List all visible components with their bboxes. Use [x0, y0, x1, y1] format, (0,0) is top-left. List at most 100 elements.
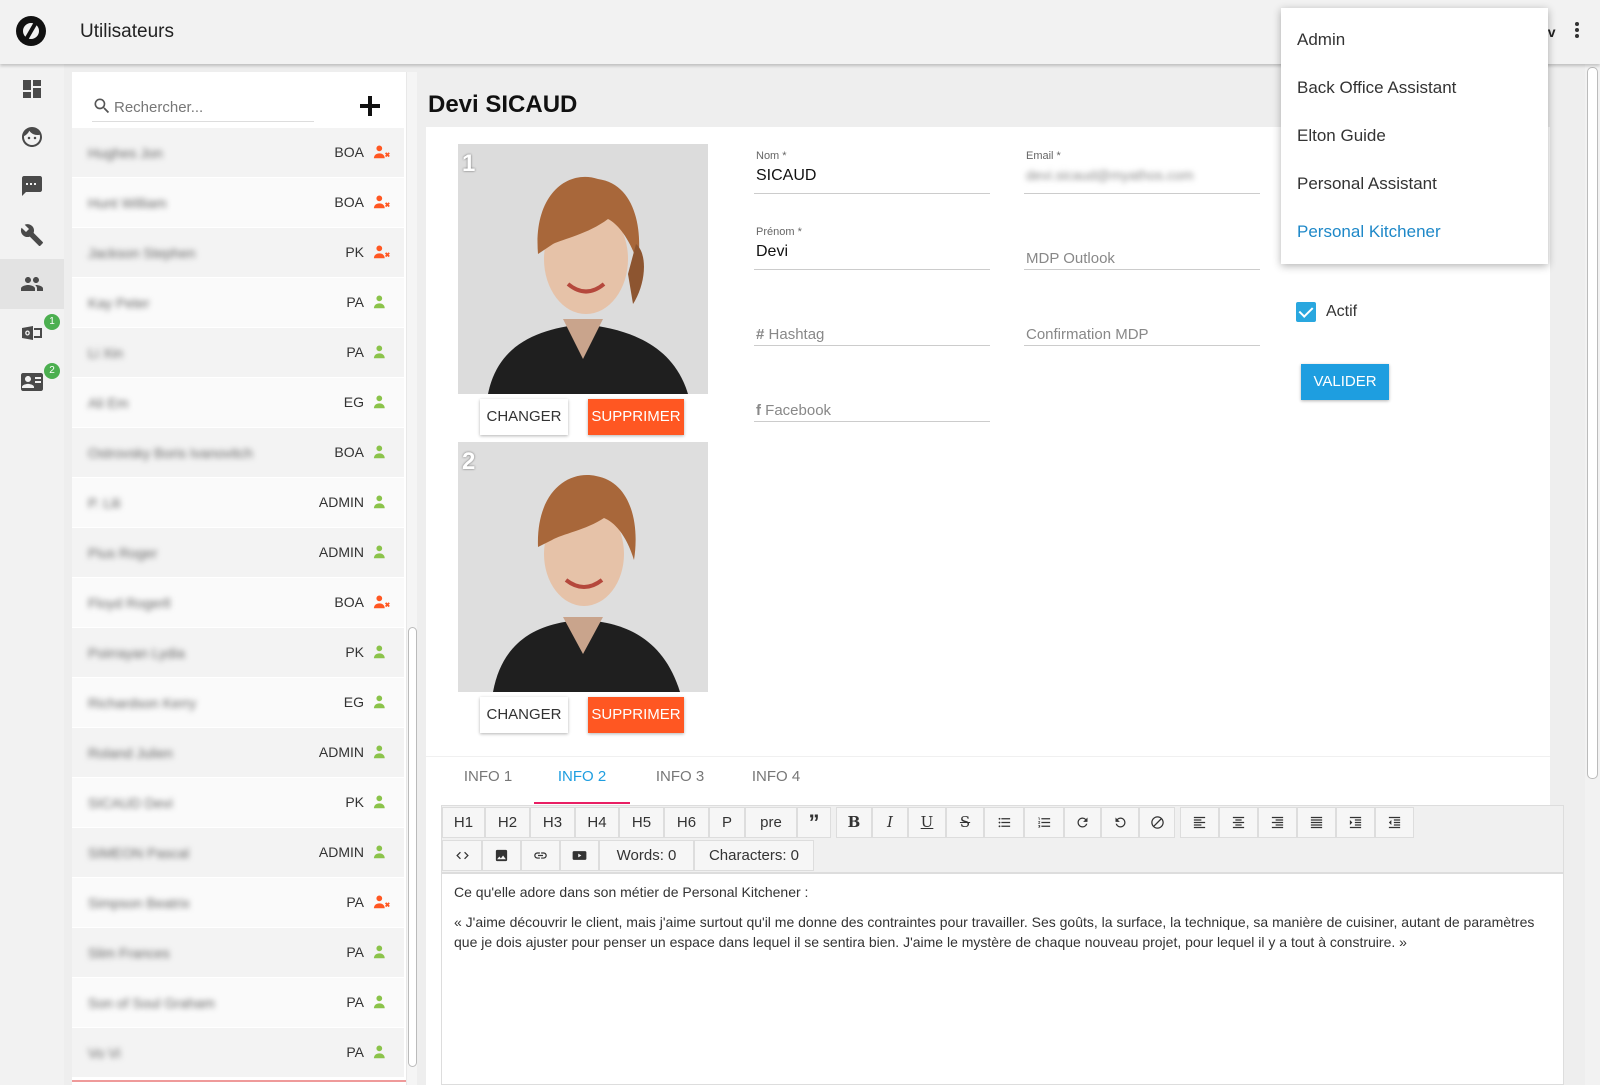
mdp-outlook-field[interactable]: MDP Outlook: [1024, 224, 1260, 270]
h4-button[interactable]: H4: [575, 807, 619, 838]
user-active-icon: [373, 794, 391, 810]
redo-icon[interactable]: [1064, 807, 1101, 838]
search-icon: [94, 98, 110, 114]
tab-info-3[interactable]: INFO 3: [634, 768, 726, 804]
user-list-item[interactable]: Slim Frances PA: [72, 928, 404, 978]
scrollbar-thumb[interactable]: [408, 627, 417, 1067]
role-option-personal-kitchener[interactable]: Personal Kitchener: [1297, 222, 1441, 242]
user-list-item[interactable]: Hunt William BOA: [72, 178, 404, 228]
user-list-item[interactable]: Son of Soul Graham PA: [72, 978, 404, 1028]
user-list-item[interactable]: SICAUD Devi PK: [72, 778, 404, 828]
role-option-admin[interactable]: Admin: [1297, 30, 1345, 50]
align-left-icon[interactable]: [1180, 807, 1219, 838]
nav-users[interactable]: [0, 259, 64, 309]
tab-info-1[interactable]: INFO 1: [444, 768, 532, 804]
prenom-field[interactable]: Prénom * Devi: [754, 224, 990, 270]
clear-format-icon[interactable]: [1139, 807, 1175, 838]
h3-button[interactable]: H3: [530, 807, 575, 838]
nav-outlook[interactable]: 1: [0, 308, 64, 358]
more-vert-icon[interactable]: [1574, 22, 1580, 42]
user-list-item[interactable]: Ostrovsky Boris Ivanovitch BOA: [72, 428, 404, 478]
delete-photo-2-button[interactable]: SUPPRIMER: [588, 697, 684, 733]
user-list-item[interactable]: Ali Em EG: [72, 378, 404, 428]
left-nav: 1 2: [0, 64, 64, 1085]
nom-field[interactable]: Nom * SICAUD: [754, 148, 990, 194]
change-photo-2-button[interactable]: CHANGER: [480, 697, 568, 733]
prenom-value[interactable]: Devi: [756, 243, 788, 261]
outdent-icon[interactable]: [1375, 807, 1414, 838]
delete-photo-1-button[interactable]: SUPPRIMER: [588, 399, 684, 435]
user-list-item[interactable]: Hughes Jon BOA: [72, 128, 404, 178]
role-option-personal-assistant[interactable]: Personal Assistant: [1297, 174, 1437, 194]
app-logo[interactable]: [16, 16, 46, 46]
paragraph-button[interactable]: P: [709, 807, 745, 838]
user-list-item[interactable]: Pius Roger ADMIN: [72, 528, 404, 578]
insert-image-icon[interactable]: [482, 840, 521, 871]
h1-button[interactable]: H1: [442, 807, 485, 838]
user-list-item[interactable]: Floyd Rogerll BOA: [72, 578, 404, 628]
user-role: BOA: [334, 444, 364, 460]
align-right-icon[interactable]: [1258, 807, 1297, 838]
bullet-list-icon[interactable]: [984, 807, 1024, 838]
email-value[interactable]: devi.sicaud@myathos.com: [1026, 167, 1194, 183]
change-photo-1-button[interactable]: CHANGER: [480, 399, 568, 435]
user-list-item[interactable]: Poirrayan Lydia PK: [72, 628, 404, 678]
h6-button[interactable]: H6: [664, 807, 709, 838]
editor-paragraph[interactable]: Ce qu'elle adore dans son métier de Pers…: [454, 882, 1551, 902]
tab-info-2[interactable]: INFO 2: [534, 768, 630, 804]
nav-contacts[interactable]: 2: [0, 357, 64, 407]
nom-value[interactable]: SICAUD: [756, 167, 816, 185]
user-role: PA: [346, 894, 364, 910]
tab-info-4[interactable]: INFO 4: [730, 768, 822, 804]
insert-video-icon[interactable]: [560, 840, 599, 871]
align-center-icon[interactable]: [1219, 807, 1258, 838]
underline-icon[interactable]: U: [908, 807, 946, 838]
actif-checkbox[interactable]: [1296, 302, 1316, 322]
valider-button[interactable]: VALIDER: [1301, 364, 1389, 400]
user-role: PA: [346, 994, 364, 1010]
page-scrollbar[interactable]: [1585, 64, 1600, 1085]
nav-tools[interactable]: [0, 210, 64, 260]
user-list-item[interactable]: Vo Vi PA: [72, 1028, 404, 1078]
strikethrough-icon[interactable]: S: [946, 807, 984, 838]
indent-icon[interactable]: [1336, 807, 1375, 838]
bold-icon[interactable]: B: [836, 807, 872, 838]
role-dropdown-menu: Admin Back Office Assistant Elton Guide …: [1281, 8, 1548, 264]
add-user-button[interactable]: [358, 94, 382, 118]
user-name: P. Lili: [88, 495, 121, 511]
user-list-scrollbar[interactable]: [406, 72, 417, 1085]
numbered-list-icon[interactable]: [1024, 807, 1064, 838]
photo-number-1: 1: [462, 150, 476, 177]
nav-profile[interactable]: [0, 112, 64, 162]
undo-icon[interactable]: [1101, 807, 1139, 838]
dashboard-icon: [23, 80, 41, 98]
insert-link-icon[interactable]: [521, 840, 560, 871]
h5-button[interactable]: H5: [619, 807, 664, 838]
user-list-item[interactable]: Li Xin PA: [72, 328, 404, 378]
user-list-item[interactable]: Kay Peter PA: [72, 278, 404, 328]
confirmation-mdp-field[interactable]: Confirmation MDP: [1024, 300, 1260, 346]
search-input[interactable]: [114, 96, 309, 118]
user-list-item[interactable]: Jackson Stephen PK: [72, 228, 404, 278]
align-justify-icon[interactable]: [1297, 807, 1336, 838]
user-list-item[interactable]: P. Lili ADMIN: [72, 478, 404, 528]
nav-dashboard[interactable]: [0, 64, 64, 114]
user-list-item[interactable]: Richardson Kerry EG: [72, 678, 404, 728]
nav-chat[interactable]: [0, 161, 64, 211]
code-view-icon[interactable]: [442, 840, 482, 871]
facebook-field[interactable]: f Facebook: [754, 376, 990, 422]
user-list-item[interactable]: SIMEON Pascal ADMIN: [72, 828, 404, 878]
rich-text-editor[interactable]: Ce qu'elle adore dans son métier de Pers…: [441, 873, 1564, 1085]
hashtag-field[interactable]: # Hashtag: [754, 300, 990, 346]
pre-button[interactable]: pre: [745, 807, 797, 838]
editor-paragraph[interactable]: « J'aime découvrir le client, mais j'aim…: [454, 912, 1551, 952]
user-list-item[interactable]: Simpson Beatrix PA: [72, 878, 404, 928]
h2-button[interactable]: H2: [485, 807, 530, 838]
user-list-item[interactable]: Roland Julien ADMIN: [72, 728, 404, 778]
italic-icon[interactable]: I: [872, 807, 908, 838]
email-field[interactable]: Email * devi.sicaud@myathos.com: [1024, 148, 1260, 194]
quote-icon[interactable]: ”: [797, 807, 831, 838]
page-scrollbar-thumb[interactable]: [1587, 67, 1598, 779]
role-option-elton-guide[interactable]: Elton Guide: [1297, 126, 1386, 146]
role-option-back-office-assistant[interactable]: Back Office Assistant: [1297, 78, 1456, 98]
